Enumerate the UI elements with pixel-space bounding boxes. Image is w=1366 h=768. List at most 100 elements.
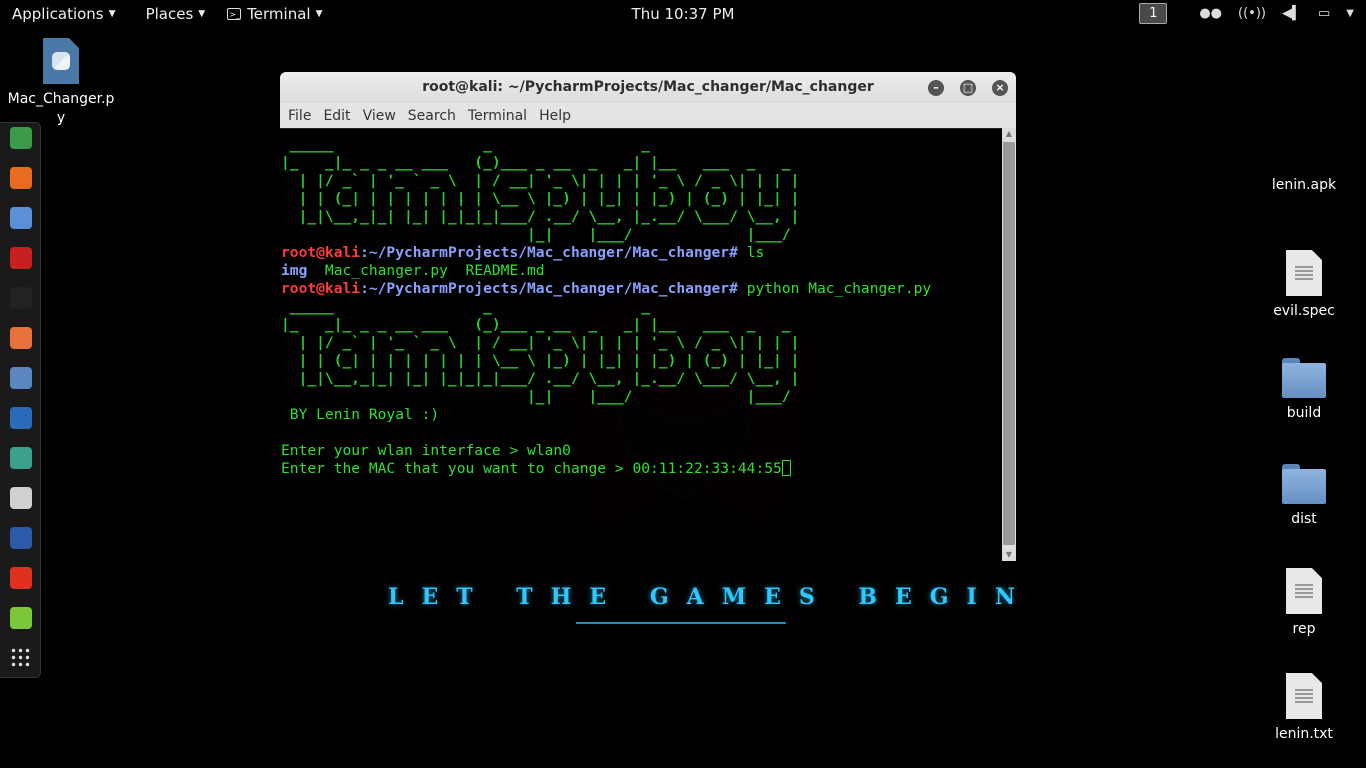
menu-view[interactable]: View <box>357 108 402 124</box>
command-python: python Mac_changer.py <box>737 280 932 297</box>
menu-terminal[interactable]: Terminal <box>462 108 533 124</box>
dock-maltego-icon[interactable] <box>10 127 32 149</box>
author-line: BY Lenin Royal :) <box>281 406 440 423</box>
wallpaper-underline <box>576 622 786 624</box>
banner-line: | | (_| | | | | | | | \__ \ |_) | |_| | … <box>281 190 800 207</box>
dock-show-apps-icon[interactable] <box>10 647 32 669</box>
clock[interactable]: Thu 10:37 PM <box>632 5 735 23</box>
chevron-down-icon[interactable]: ▼ <box>1346 8 1354 19</box>
prompt-path: :~/PycharmProjects/Mac_changer/Mac_chang… <box>360 244 730 261</box>
wallpaper-tagline: LET THE GAMES BEGIN <box>388 584 1033 610</box>
dock-armitage-icon[interactable] <box>10 247 32 269</box>
banner-line: _____ _ _ <box>281 136 651 153</box>
applications-menu[interactable]: Applications ▼ <box>6 0 122 27</box>
terminal-app-label: Terminal <box>247 4 311 23</box>
folder-icon <box>1282 464 1326 504</box>
menu-edit[interactable]: Edit <box>317 108 356 124</box>
ls-dir-entry: img <box>281 262 308 279</box>
banner-line: |_|\__,_|_| |_| |_|_|_|___/ .__/ \__, |_… <box>281 370 800 387</box>
dock <box>0 122 41 678</box>
dock-firefox-icon[interactable] <box>10 167 32 189</box>
banner-line: _____ _ _ <box>281 298 651 315</box>
python-file-icon <box>43 38 79 84</box>
command-ls: ls <box>737 244 765 261</box>
maximize-icon[interactable]: □ <box>960 79 976 96</box>
text-cursor <box>781 460 791 476</box>
mac-input-line: Enter the MAC that you want to change > … <box>281 460 782 477</box>
window-controls: – □ × <box>912 72 1008 103</box>
window-title: root@kali: ~/PycharmProjects/Mac_changer… <box>422 79 874 95</box>
terminal-menubar: File Edit View Search Terminal Help <box>280 103 1016 129</box>
system-tray: 1 ●● ((•)) ◀▍ ▭ ▼ <box>1139 0 1366 27</box>
camera-icon[interactable]: ●● <box>1199 6 1222 21</box>
top-bar: Applications ▼ Places ▼ >_ Terminal ▼ Th… <box>0 0 1366 27</box>
minimize-icon[interactable]: – <box>928 79 944 96</box>
banner-line: |_|\__,_|_| |_| |_|_|_|___/ .__/ \__, |_… <box>281 208 800 225</box>
document-icon <box>1286 568 1322 614</box>
battery-icon[interactable]: ▭ <box>1318 6 1330 21</box>
document-icon <box>1286 250 1322 296</box>
workspace-indicator[interactable]: 1 <box>1139 3 1168 24</box>
close-icon[interactable]: × <box>992 79 1008 96</box>
scroll-up-arrow-icon[interactable]: ▲ <box>1002 128 1016 140</box>
dock-notes-icon[interactable] <box>10 607 32 629</box>
banner-line: | |/ _` | '_ ` _ \ | / __| '_ \| | | | '… <box>281 172 800 189</box>
folder-icon <box>1282 358 1326 398</box>
dock-files-icon[interactable] <box>10 367 32 389</box>
places-label: Places <box>145 4 194 23</box>
ascii-banner: _____ _ _ |_ _|_ _ _ __ ___ (_)___ _ __ … <box>281 298 799 405</box>
dock-beef-icon[interactable] <box>10 447 32 469</box>
wlan-interface-line: Enter your wlan interface > wlan0 <box>281 442 571 459</box>
wifi-icon[interactable]: ((•)) <box>1238 6 1266 21</box>
prompt-hash: # <box>729 244 738 261</box>
desktop-file-lenin-txt[interactable]: lenin.txt <box>1249 673 1359 744</box>
dock-faraday-icon[interactable] <box>10 487 32 509</box>
dock-terminal-icon[interactable] <box>10 287 32 309</box>
desktop-file-label: build <box>1286 405 1322 421</box>
desktop-file-label: evil.spec <box>1273 303 1335 319</box>
desktop-file-label: rep <box>1292 621 1316 637</box>
prompt-path: :~/PycharmProjects/Mac_changer/Mac_chang… <box>360 280 730 297</box>
banner-line: |_| |___/ |___/ <box>281 388 791 405</box>
dock-chrome-icon[interactable] <box>10 207 32 229</box>
applications-label: Applications <box>12 4 104 23</box>
desktop-file-lenin-apk[interactable]: lenin.apk <box>1249 170 1359 195</box>
prompt-user: root@kali <box>281 280 361 297</box>
document-icon <box>1286 673 1322 719</box>
menu-help[interactable]: Help <box>533 108 577 124</box>
terminal-scrollbar[interactable]: ▲ ▼ <box>1002 128 1016 561</box>
dock-zap-icon[interactable] <box>10 527 32 549</box>
desktop-file-label: lenin.txt <box>1275 726 1333 742</box>
desktop-file-rep[interactable]: rep <box>1249 568 1359 639</box>
places-menu[interactable]: Places ▼ <box>140 0 212 27</box>
volume-icon[interactable]: ◀▍ <box>1282 6 1302 21</box>
ls-file-entries: Mac_changer.py README.md <box>307 262 545 279</box>
dock-burpsuite-icon[interactable] <box>10 327 32 349</box>
prompt-user: root@kali <box>281 244 361 261</box>
dock-flashfire-icon[interactable] <box>10 567 32 589</box>
banner-line: | |/ _` | '_ ` _ \ | / __| '_ \| | | | '… <box>281 334 800 351</box>
terminal-app-menu[interactable]: >_ Terminal ▼ <box>221 0 328 27</box>
dock-metasploit-icon[interactable] <box>10 407 32 429</box>
banner-line: | | (_| | | | | | | | \__ \ |_) | |_| | … <box>281 352 800 369</box>
scroll-down-arrow-icon[interactable]: ▼ <box>1002 549 1016 561</box>
desktop-folder-dist[interactable]: dist <box>1249 464 1359 529</box>
terminal-icon: >_ <box>227 7 242 20</box>
desktop-file-label: Mac_Changer.py <box>7 91 115 126</box>
desktop-file-label: dist <box>1291 511 1317 527</box>
scroll-thumb[interactable] <box>1003 142 1015 545</box>
menu-search[interactable]: Search <box>402 108 462 124</box>
window-titlebar[interactable]: root@kali: ~/PycharmProjects/Mac_changer… <box>280 72 1016 103</box>
chevron-down-icon: ▼ <box>108 8 116 19</box>
terminal-output[interactable]: _____ _ _ |_ _|_ _ _ __ ___ (_)___ _ __ … <box>280 128 1002 561</box>
desktop-folder-build[interactable]: build <box>1249 358 1359 423</box>
desktop-file-mac-changer[interactable]: Mac_Changer.py <box>6 38 116 128</box>
ascii-banner: _____ _ _ |_ _|_ _ _ __ ___ (_)___ _ __ … <box>281 136 799 243</box>
banner-line: |_ _|_ _ _ __ ___ (_)___ _ __ _ _| |__ _… <box>281 154 791 171</box>
banner-line: |_ _|_ _ _ __ ___ (_)___ _ __ _ _| |__ _… <box>281 316 791 333</box>
banner-line: |_| |___/ |___/ <box>281 226 791 243</box>
terminal-window[interactable]: root@kali: ~/PycharmProjects/Mac_changer… <box>280 72 1016 561</box>
menu-file[interactable]: File <box>282 108 317 124</box>
desktop-file-label: lenin.apk <box>1271 177 1337 193</box>
desktop-file-evil-spec[interactable]: evil.spec <box>1249 250 1359 321</box>
